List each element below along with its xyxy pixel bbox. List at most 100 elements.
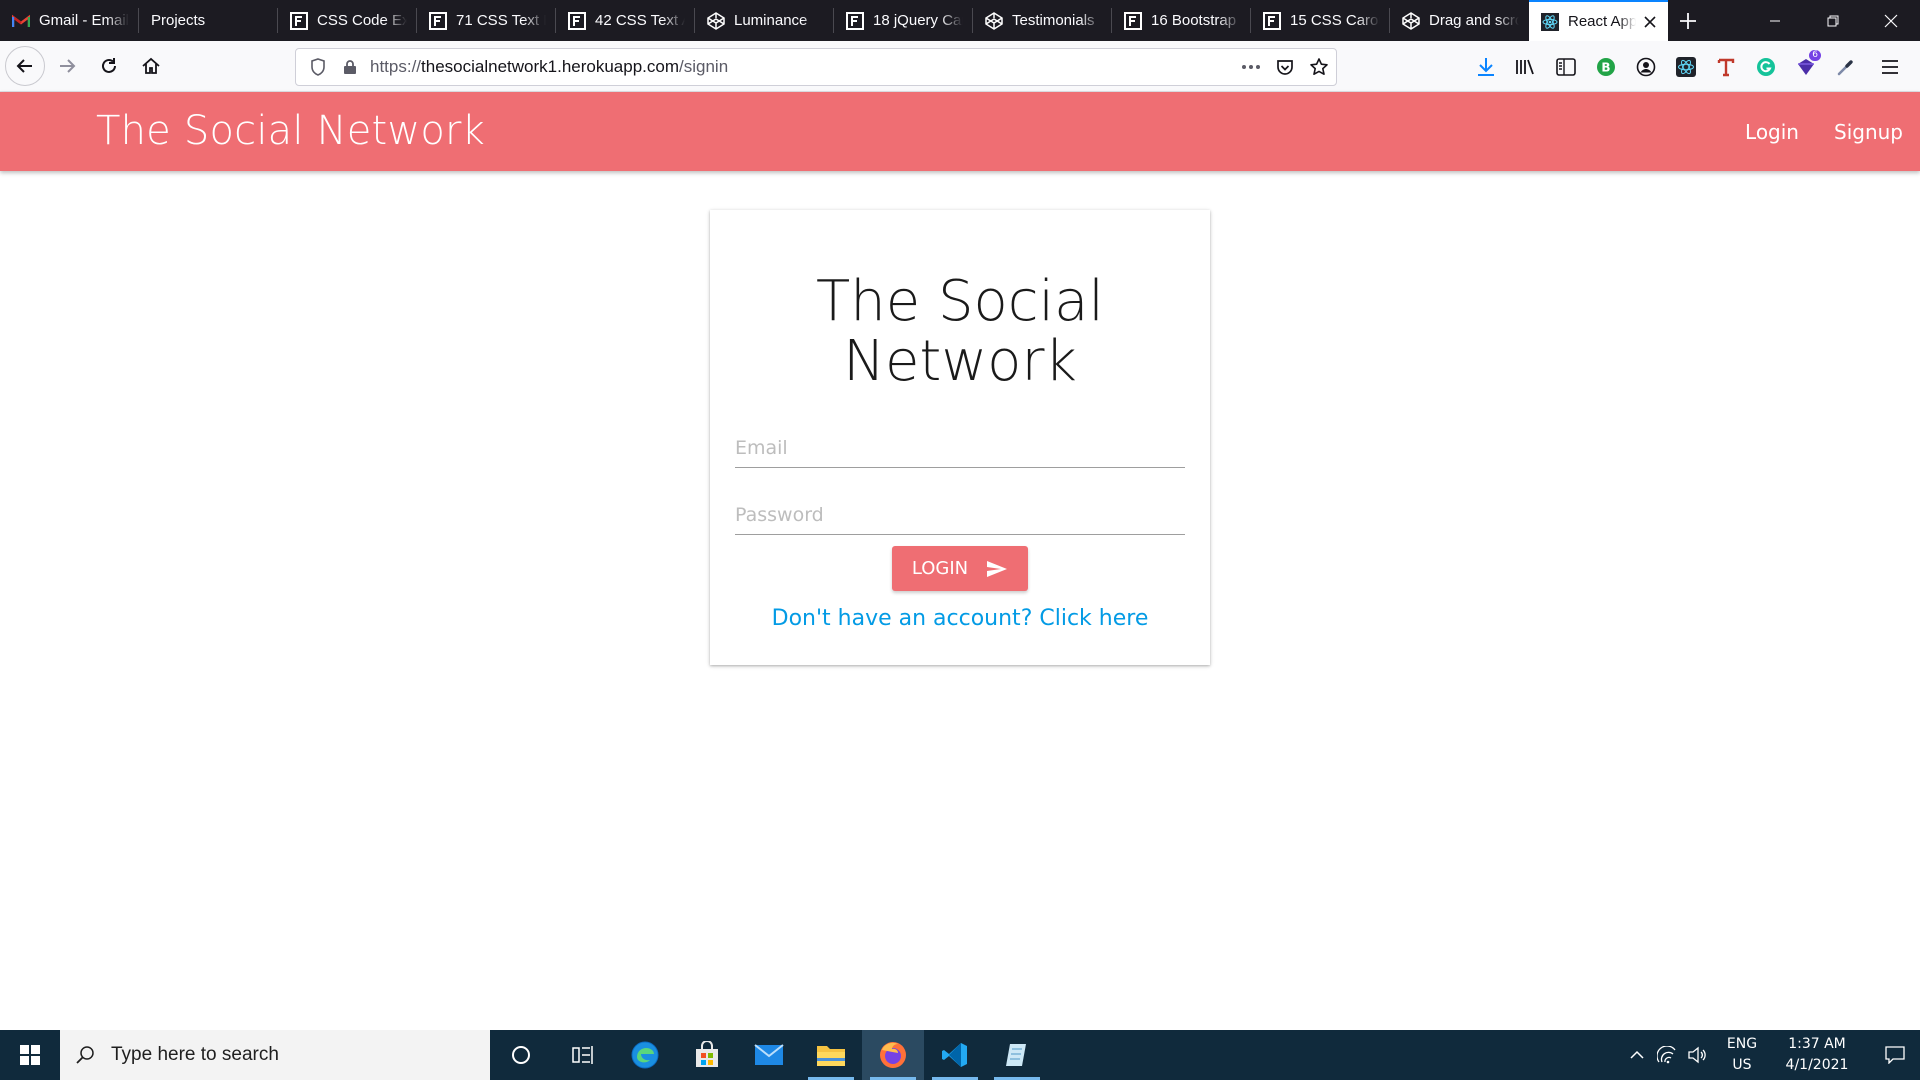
codepen-icon (985, 11, 1003, 30)
color-picker-icon[interactable] (1826, 47, 1866, 87)
home-icon (142, 57, 160, 74)
signin-card: The Social Network LOGIN Don't have an a… (710, 210, 1210, 665)
tab-title: React App (1568, 13, 1636, 30)
reload-icon (102, 58, 116, 73)
freefrontend-icon (1263, 11, 1281, 30)
tab-title: 18 jQuery Carousels (873, 12, 963, 29)
downloads-icon[interactable] (1466, 47, 1506, 87)
tab-title: Testimonials (1012, 12, 1095, 29)
pocket-icon[interactable] (1268, 50, 1302, 84)
browser-tab[interactable]: 71 CSS Text Effects (417, 0, 556, 41)
browser-tab[interactable]: 42 CSS Text Animations (556, 0, 695, 41)
font-extension-icon[interactable] (1706, 47, 1746, 87)
clock[interactable]: 1:37 AM 4/1/2021 (1772, 1034, 1862, 1076)
forward-button[interactable] (47, 46, 87, 86)
url-text[interactable]: https://thesocialnetwork1.herokuapp.com/… (370, 57, 728, 77)
plus-icon (1680, 12, 1696, 29)
url-host: thesocialnetwork1.herokuapp.com (421, 57, 680, 76)
freefrontend-icon (846, 11, 864, 30)
show-hidden-icons-button[interactable] (1622, 1030, 1652, 1080)
task-view-icon (572, 1046, 593, 1064)
home-button[interactable] (131, 46, 171, 86)
tab-title: 15 CSS Carousels (1290, 12, 1380, 29)
lock-icon[interactable] (342, 59, 358, 75)
close-window-button[interactable] (1862, 0, 1920, 41)
taskbar-store[interactable] (676, 1030, 738, 1080)
nav-login-link[interactable]: Login (1745, 120, 1799, 144)
taskbar-edge[interactable] (614, 1030, 676, 1080)
extension-badge-icon[interactable]: 6 (1786, 47, 1826, 87)
browser-tab[interactable]: CSS Code Examples (278, 0, 417, 41)
browser-navbar: https://thesocialnetwork1.herokuapp.com/… (0, 41, 1920, 92)
browser-tab[interactable]: Luminance (695, 0, 834, 41)
nav-signup-link[interactable]: Signup (1834, 120, 1903, 144)
tab-title: 42 CSS Text Animations (595, 12, 685, 29)
account-icon[interactable] (1626, 47, 1666, 87)
hamburger-menu-icon[interactable] (1870, 47, 1910, 87)
sidebar-icon[interactable] (1546, 47, 1586, 87)
reload-button[interactable] (89, 46, 129, 86)
taskbar-notepad[interactable] (986, 1030, 1048, 1080)
browser-tab[interactable]: Drag and scroll (1390, 0, 1529, 41)
notification-icon (1885, 1046, 1905, 1064)
close-tab-icon[interactable] (1642, 14, 1658, 30)
input-language-button[interactable]: ENG US (1720, 1034, 1764, 1076)
volume-icon[interactable] (1682, 1030, 1712, 1080)
login-button[interactable]: LOGIN (892, 546, 1028, 591)
tab-title: Gmail - Email (39, 12, 129, 29)
cortana-icon (512, 1046, 530, 1064)
password-field[interactable] (735, 495, 1185, 535)
browser-tab-active[interactable]: React App (1529, 0, 1668, 41)
extension-b-icon[interactable]: B (1586, 47, 1626, 87)
email-field[interactable] (735, 428, 1185, 468)
library-icon[interactable] (1506, 47, 1546, 87)
mail-icon (754, 1044, 784, 1065)
freefrontend-icon (568, 11, 586, 30)
arrow-right-icon (60, 59, 76, 73)
restore-icon (1827, 15, 1839, 26)
react-devtools-icon[interactable] (1666, 47, 1706, 87)
browser-tab[interactable]: 18 jQuery Carousels (834, 0, 973, 41)
bookmark-star-icon[interactable] (1302, 50, 1336, 84)
restore-button[interactable] (1804, 0, 1862, 41)
tab-title: 16 Bootstrap (1151, 12, 1237, 29)
send-icon (986, 560, 1008, 578)
system-tray: ENG US 1:37 AM 4/1/2021 (1622, 1030, 1920, 1080)
svg-text:B: B (1601, 60, 1610, 74)
taskbar-vscode[interactable] (924, 1030, 986, 1080)
taskbar-search-box[interactable]: Type here to search (60, 1030, 490, 1080)
signup-link[interactable]: Don't have an account? Click here (710, 606, 1210, 631)
network-icon[interactable] (1652, 1030, 1682, 1080)
grammarly-icon[interactable] (1746, 47, 1786, 87)
more-actions-icon[interactable] (1234, 50, 1268, 84)
back-button[interactable] (5, 46, 45, 86)
taskbar-mail[interactable] (738, 1030, 800, 1080)
taskbar-file-explorer[interactable] (800, 1030, 862, 1080)
search-icon (76, 1046, 94, 1064)
url-path: /signin (679, 57, 729, 76)
url-bar[interactable]: https://thesocialnetwork1.herokuapp.com/… (295, 48, 1337, 86)
minimize-button[interactable] (1746, 0, 1804, 41)
freefrontend-icon (1124, 11, 1142, 30)
tab-title: Projects (151, 12, 206, 29)
taskbar-firefox[interactable] (862, 1030, 924, 1080)
action-center-button[interactable] (1870, 1030, 1920, 1080)
codepen-icon (1402, 11, 1420, 30)
cortana-button[interactable] (490, 1030, 552, 1080)
browser-tab[interactable]: 16 Bootstrap (1112, 0, 1251, 41)
arrow-left-icon (16, 59, 32, 73)
shield-icon[interactable] (308, 58, 328, 76)
task-view-button[interactable] (552, 1030, 614, 1080)
browser-tab[interactable]: Projects (139, 0, 278, 41)
react-icon (1541, 12, 1559, 31)
app-brand-logo[interactable]: The Social Network (96, 108, 485, 154)
start-button[interactable] (0, 1030, 60, 1080)
freefrontend-icon (429, 11, 447, 30)
new-tab-button[interactable] (1668, 0, 1708, 41)
browser-tab[interactable]: Gmail - Email (0, 0, 139, 41)
browser-tab[interactable]: 15 CSS Carousels (1251, 0, 1390, 41)
browser-tab[interactable]: Testimonials (973, 0, 1112, 41)
login-button-label: LOGIN (911, 558, 969, 579)
chevron-up-icon (1630, 1050, 1644, 1059)
clock-time: 1:37 AM (1788, 1036, 1846, 1052)
